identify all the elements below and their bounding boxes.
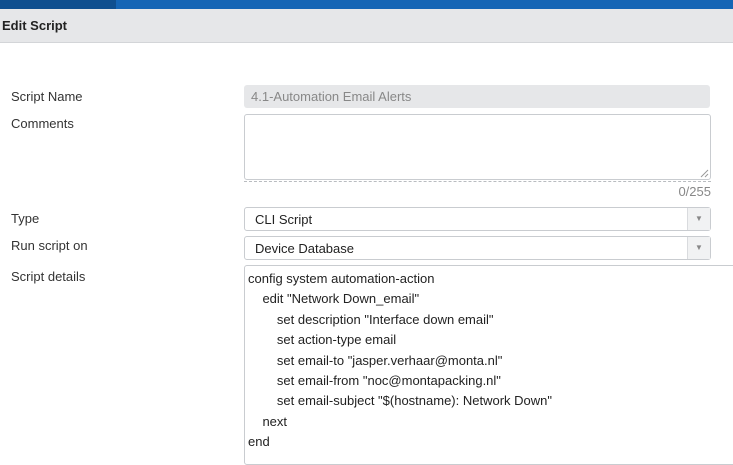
script-line: edit "Network Down_email"	[248, 291, 420, 307]
resize-grip-icon[interactable]	[700, 169, 709, 178]
top-nav-bar	[0, 0, 733, 9]
script-details-label: Script details	[11, 269, 86, 284]
script-details-editor[interactable]: config system automation-action edit "Ne…	[244, 265, 733, 465]
comments-char-counter: 0/255	[678, 184, 711, 199]
active-nav-tab[interactable]	[0, 0, 116, 9]
script-name-label: Script Name	[11, 89, 83, 104]
chevron-down-icon[interactable]: ▼	[687, 237, 710, 259]
script-line: next	[248, 413, 288, 429]
run-on-select-value: Device Database	[255, 241, 354, 256]
script-line: set action-type email	[248, 332, 397, 348]
script-line: set email-to "jasper.verhaar@monta.nl"	[248, 352, 503, 368]
script-line: end	[248, 434, 270, 450]
script-line: set email-from "noc@montapacking.nl"	[248, 372, 501, 388]
type-select-value: CLI Script	[255, 212, 313, 227]
comments-divider	[244, 181, 711, 182]
dialog-header: Edit Script	[0, 9, 733, 43]
comments-label: Comments	[11, 116, 74, 131]
script-line: set email-subject "$(hostname): Network …	[248, 393, 553, 409]
run-on-label: Run script on	[11, 238, 88, 253]
script-name-field: 4.1-Automation Email Alerts	[244, 85, 710, 108]
comments-field-wrap: 0/255	[244, 114, 711, 202]
run-on-select[interactable]: Device Database ▼	[244, 236, 711, 260]
type-label: Type	[11, 211, 40, 226]
script-line: config system automation-action	[248, 271, 435, 286]
page-title: Edit Script	[2, 18, 68, 33]
comments-textarea[interactable]	[244, 114, 711, 180]
script-line: set description "Interface down email"	[248, 311, 494, 327]
chevron-down-icon[interactable]: ▼	[687, 208, 710, 230]
type-select[interactable]: CLI Script ▼	[244, 207, 711, 231]
